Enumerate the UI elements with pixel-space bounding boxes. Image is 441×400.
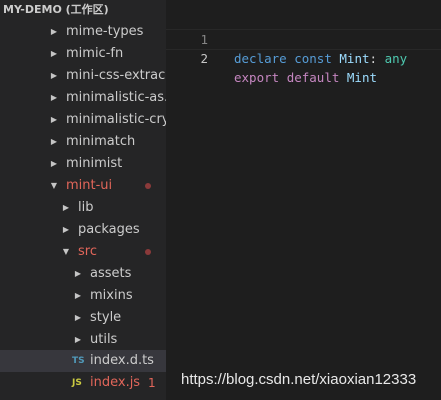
modified-dot	[145, 249, 151, 255]
tree-item-mixins[interactable]: ▶ mixins	[0, 285, 166, 307]
chevron-right-icon: ▶	[50, 93, 58, 102]
chevron-down-icon: ▼	[50, 181, 58, 190]
tree-item-label: style	[90, 310, 122, 325]
modified-dot	[145, 183, 151, 189]
tree-item-label: utils	[90, 332, 118, 347]
tree-item-mimic-fn[interactable]: ▶ mimic-fn	[0, 43, 166, 65]
chevron-right-icon: ▶	[50, 49, 58, 58]
punctuation-token: :	[369, 51, 378, 66]
javascript-file-icon: JS	[72, 378, 82, 388]
chevron-right-icon: ▶	[74, 335, 82, 344]
tree-item-mint-ui[interactable]: ▼ mint-ui	[0, 175, 166, 197]
type-token: any	[384, 51, 408, 66]
tree-item-label: lib	[78, 200, 94, 215]
chevron-right-icon: ▶	[74, 291, 82, 300]
tree-item-label: minimatch	[66, 134, 136, 149]
tree-item-label: minimist	[66, 156, 123, 171]
tree-item-label: assets	[90, 266, 132, 281]
tree-item-index-js[interactable]: JS index.js 1	[0, 372, 166, 394]
tree-item-utils[interactable]: ▶ utils	[0, 329, 166, 351]
tree-item-assets[interactable]: ▶ assets	[0, 263, 166, 285]
tree-item-mini-css-extract[interactable]: ▶ mini-css-extrac...	[0, 65, 166, 87]
chevron-right-icon: ▶	[50, 159, 58, 168]
keyword-token: const	[294, 51, 332, 66]
code-text: export default Mint	[234, 68, 377, 87]
tree-item-label: minimalistic-cry...	[66, 112, 166, 127]
problem-count-badge: 1	[148, 376, 156, 390]
code-text: declare const Mint: any	[234, 49, 407, 68]
tree-item-index-d-ts[interactable]: TS index.d.ts	[0, 350, 166, 372]
chevron-right-icon: ▶	[50, 137, 58, 146]
tree-item-label: packages	[78, 222, 140, 237]
tree-item-label: mixins	[90, 288, 133, 303]
tree-item-mime-types[interactable]: ▶ mime-types	[0, 21, 166, 43]
tree-item-style[interactable]: ▶ style	[0, 307, 166, 329]
tree-item-label: index.d.ts	[90, 353, 154, 368]
code-editor[interactable]: 1 declare const Mint: any 2 export defau…	[166, 0, 441, 400]
keyword-token: default	[286, 70, 340, 85]
tree-item-minimalistic-assert[interactable]: ▶ minimalistic-as...	[0, 87, 166, 109]
watermark-text: https://blog.csdn.net/xiaoxian12333	[181, 371, 417, 388]
chevron-right-icon: ▶	[50, 115, 58, 124]
chevron-right-icon: ▶	[50, 27, 58, 36]
tree-item-label: src	[78, 244, 97, 259]
explorer-sidebar: MY-DEMO (工作区) ▶ mime-types ▶ mimic-fn ▶ …	[0, 0, 166, 400]
tree-item-label: mime-types	[66, 24, 144, 39]
keyword-token: export	[234, 70, 280, 85]
identifier-token: Mint	[339, 51, 370, 66]
tree-item-label: minimalistic-as...	[66, 90, 166, 105]
tree-item-minimist[interactable]: ▶ minimist	[0, 153, 166, 175]
identifier-token: Mint	[346, 70, 378, 85]
chevron-right-icon: ▶	[74, 269, 82, 278]
tree-item-minimatch[interactable]: ▶ minimatch	[0, 131, 166, 153]
tree-item-minimalistic-crypto[interactable]: ▶ minimalistic-cry...	[0, 109, 166, 131]
code-line-2[interactable]: 2 export default Mint	[166, 29, 441, 85]
line-number: 2	[200, 51, 208, 66]
tree-item-label: mint-ui	[66, 178, 113, 193]
tree-item-label: mini-css-extrac...	[66, 68, 166, 83]
workspace-title[interactable]: MY-DEMO (工作区)	[0, 0, 166, 20]
typescript-file-icon: TS	[72, 356, 85, 366]
chevron-right-icon: ▶	[50, 71, 58, 80]
tree-item-src[interactable]: ▼ src	[0, 241, 166, 263]
keyword-token: declare	[234, 51, 287, 66]
tree-item-lib[interactable]: ▶ lib	[0, 197, 166, 219]
chevron-right-icon: ▶	[74, 313, 82, 322]
tree-item-label: index.js	[90, 375, 141, 390]
tree-item-packages[interactable]: ▶ packages	[0, 219, 166, 241]
tree-item-label: mimic-fn	[66, 46, 124, 61]
chevron-right-icon: ▶	[62, 203, 70, 212]
chevron-down-icon: ▼	[62, 247, 70, 256]
code-line-1[interactable]: 1 declare const Mint: any	[166, 11, 441, 66]
chevron-right-icon: ▶	[62, 225, 70, 234]
